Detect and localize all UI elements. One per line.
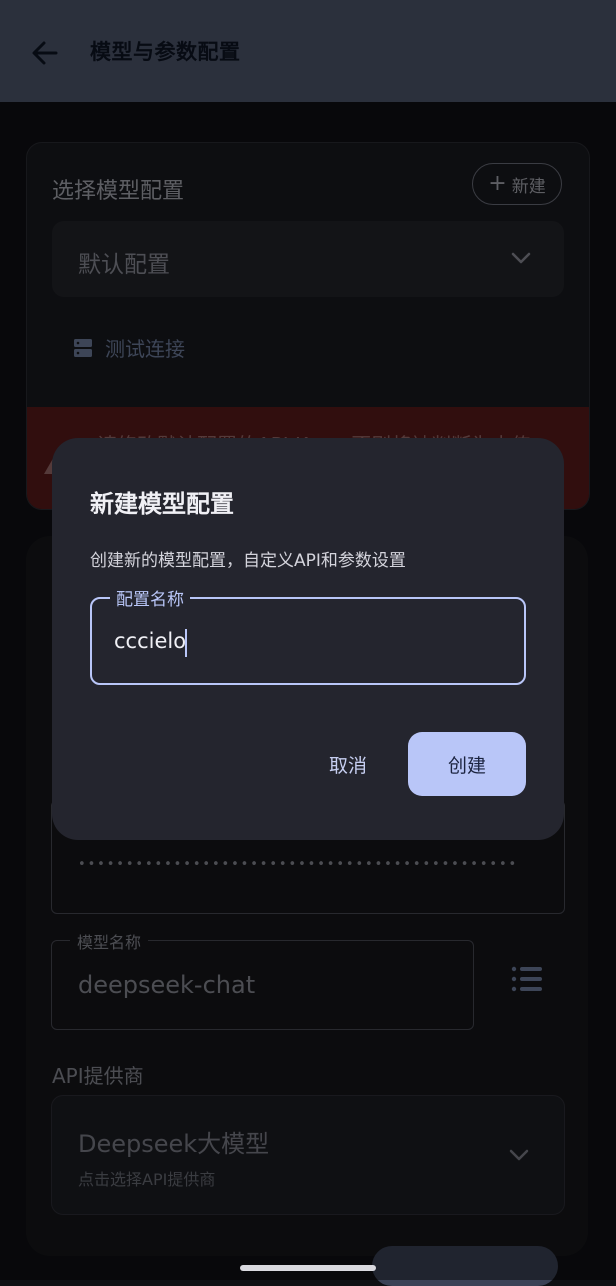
home-indicator[interactable]	[240, 1265, 376, 1271]
cancel-button[interactable]: 取消	[314, 732, 382, 796]
text-caret	[185, 629, 187, 657]
dialog-description: 创建新的模型配置，自定义API和参数设置	[90, 551, 406, 571]
config-name-input[interactable]	[114, 629, 494, 653]
create-button[interactable]: 创建	[408, 732, 526, 796]
new-config-dialog: 新建模型配置 创建新的模型配置，自定义API和参数设置 配置名称 取消 创建	[52, 438, 564, 840]
config-name-label: 配置名称	[110, 585, 190, 610]
config-name-field[interactable]: 配置名称	[90, 585, 526, 685]
dialog-title: 新建模型配置	[90, 490, 234, 518]
